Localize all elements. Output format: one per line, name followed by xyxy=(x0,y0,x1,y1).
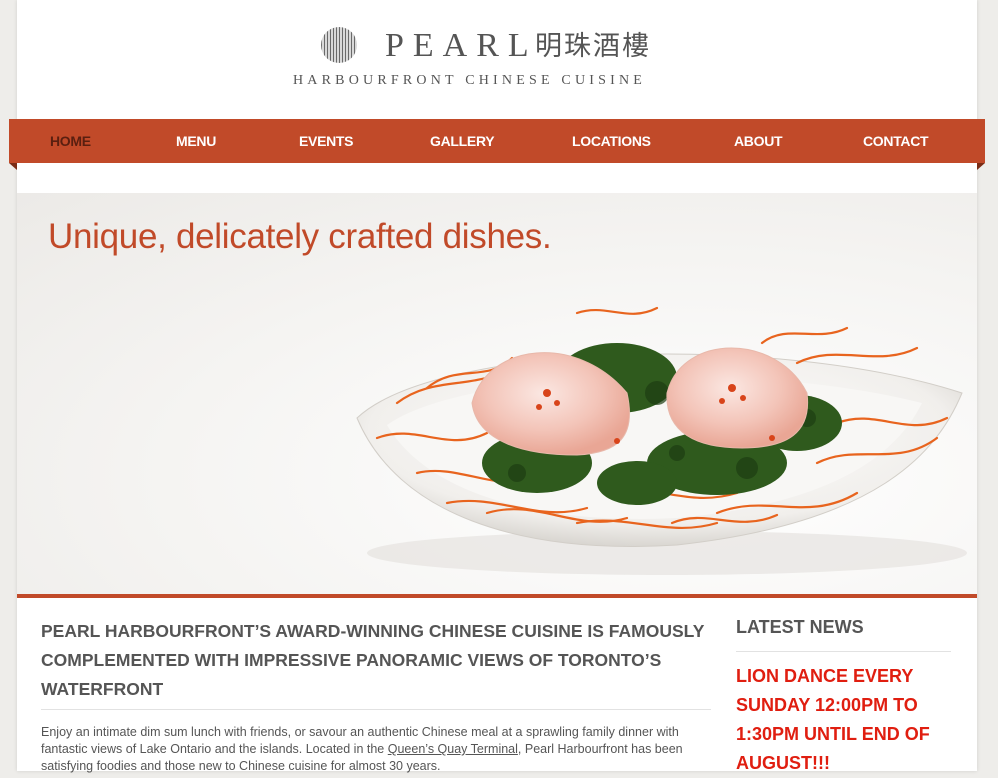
nav-item-menu[interactable]: MENU xyxy=(176,119,216,163)
latest-news-heading: LATEST NEWS xyxy=(736,617,864,637)
brand-tagline: HARBOURFRONT CHINESE CUISINE xyxy=(293,73,647,88)
nav-item-home[interactable]: HOME xyxy=(50,119,91,163)
nav-item-events[interactable]: EVENTS xyxy=(299,119,354,163)
nav-item-locations[interactable]: LOCATIONS xyxy=(572,119,651,163)
news-divider xyxy=(736,651,951,652)
intro-paragraph: Enjoy an intimate dim sum lunch with fri… xyxy=(41,724,721,775)
site-header: PEARL 明珠酒樓 HARBOURFRONT CHINESE CUISINE xyxy=(17,0,977,118)
main-divider xyxy=(41,709,711,710)
brand-name-chinese: 明珠酒樓 xyxy=(535,31,651,62)
news-item[interactable]: LION DANCE EVERY SUNDAY 12:00PM TO 1:30P… xyxy=(736,662,966,778)
main-heading: PEARL HARBOURFRONT’S AWARD-WINNING CHINE… xyxy=(41,621,705,699)
dim-sum-dish-image xyxy=(356,306,967,575)
hero-banner: Unique, delicately crafted dishes. xyxy=(17,193,977,596)
brand-name[interactable]: PEARL xyxy=(385,26,538,66)
page: PEARL 明珠酒樓 HARBOURFRONT CHINESE CUISINE … xyxy=(9,0,985,773)
hero-divider xyxy=(17,594,977,598)
nav-item-contact[interactable]: CONTACT xyxy=(863,119,929,163)
nav-item-about[interactable]: ABOUT xyxy=(734,119,783,163)
nav-item-gallery[interactable]: GALLERY xyxy=(430,119,495,163)
pearl-logo-icon[interactable] xyxy=(321,27,357,63)
queens-quay-terminal-link[interactable]: Queen’s Quay Terminal xyxy=(388,742,518,756)
main-nav: HOME MENU EVENTS GALLERY LOCATIONS ABOUT… xyxy=(9,119,985,170)
